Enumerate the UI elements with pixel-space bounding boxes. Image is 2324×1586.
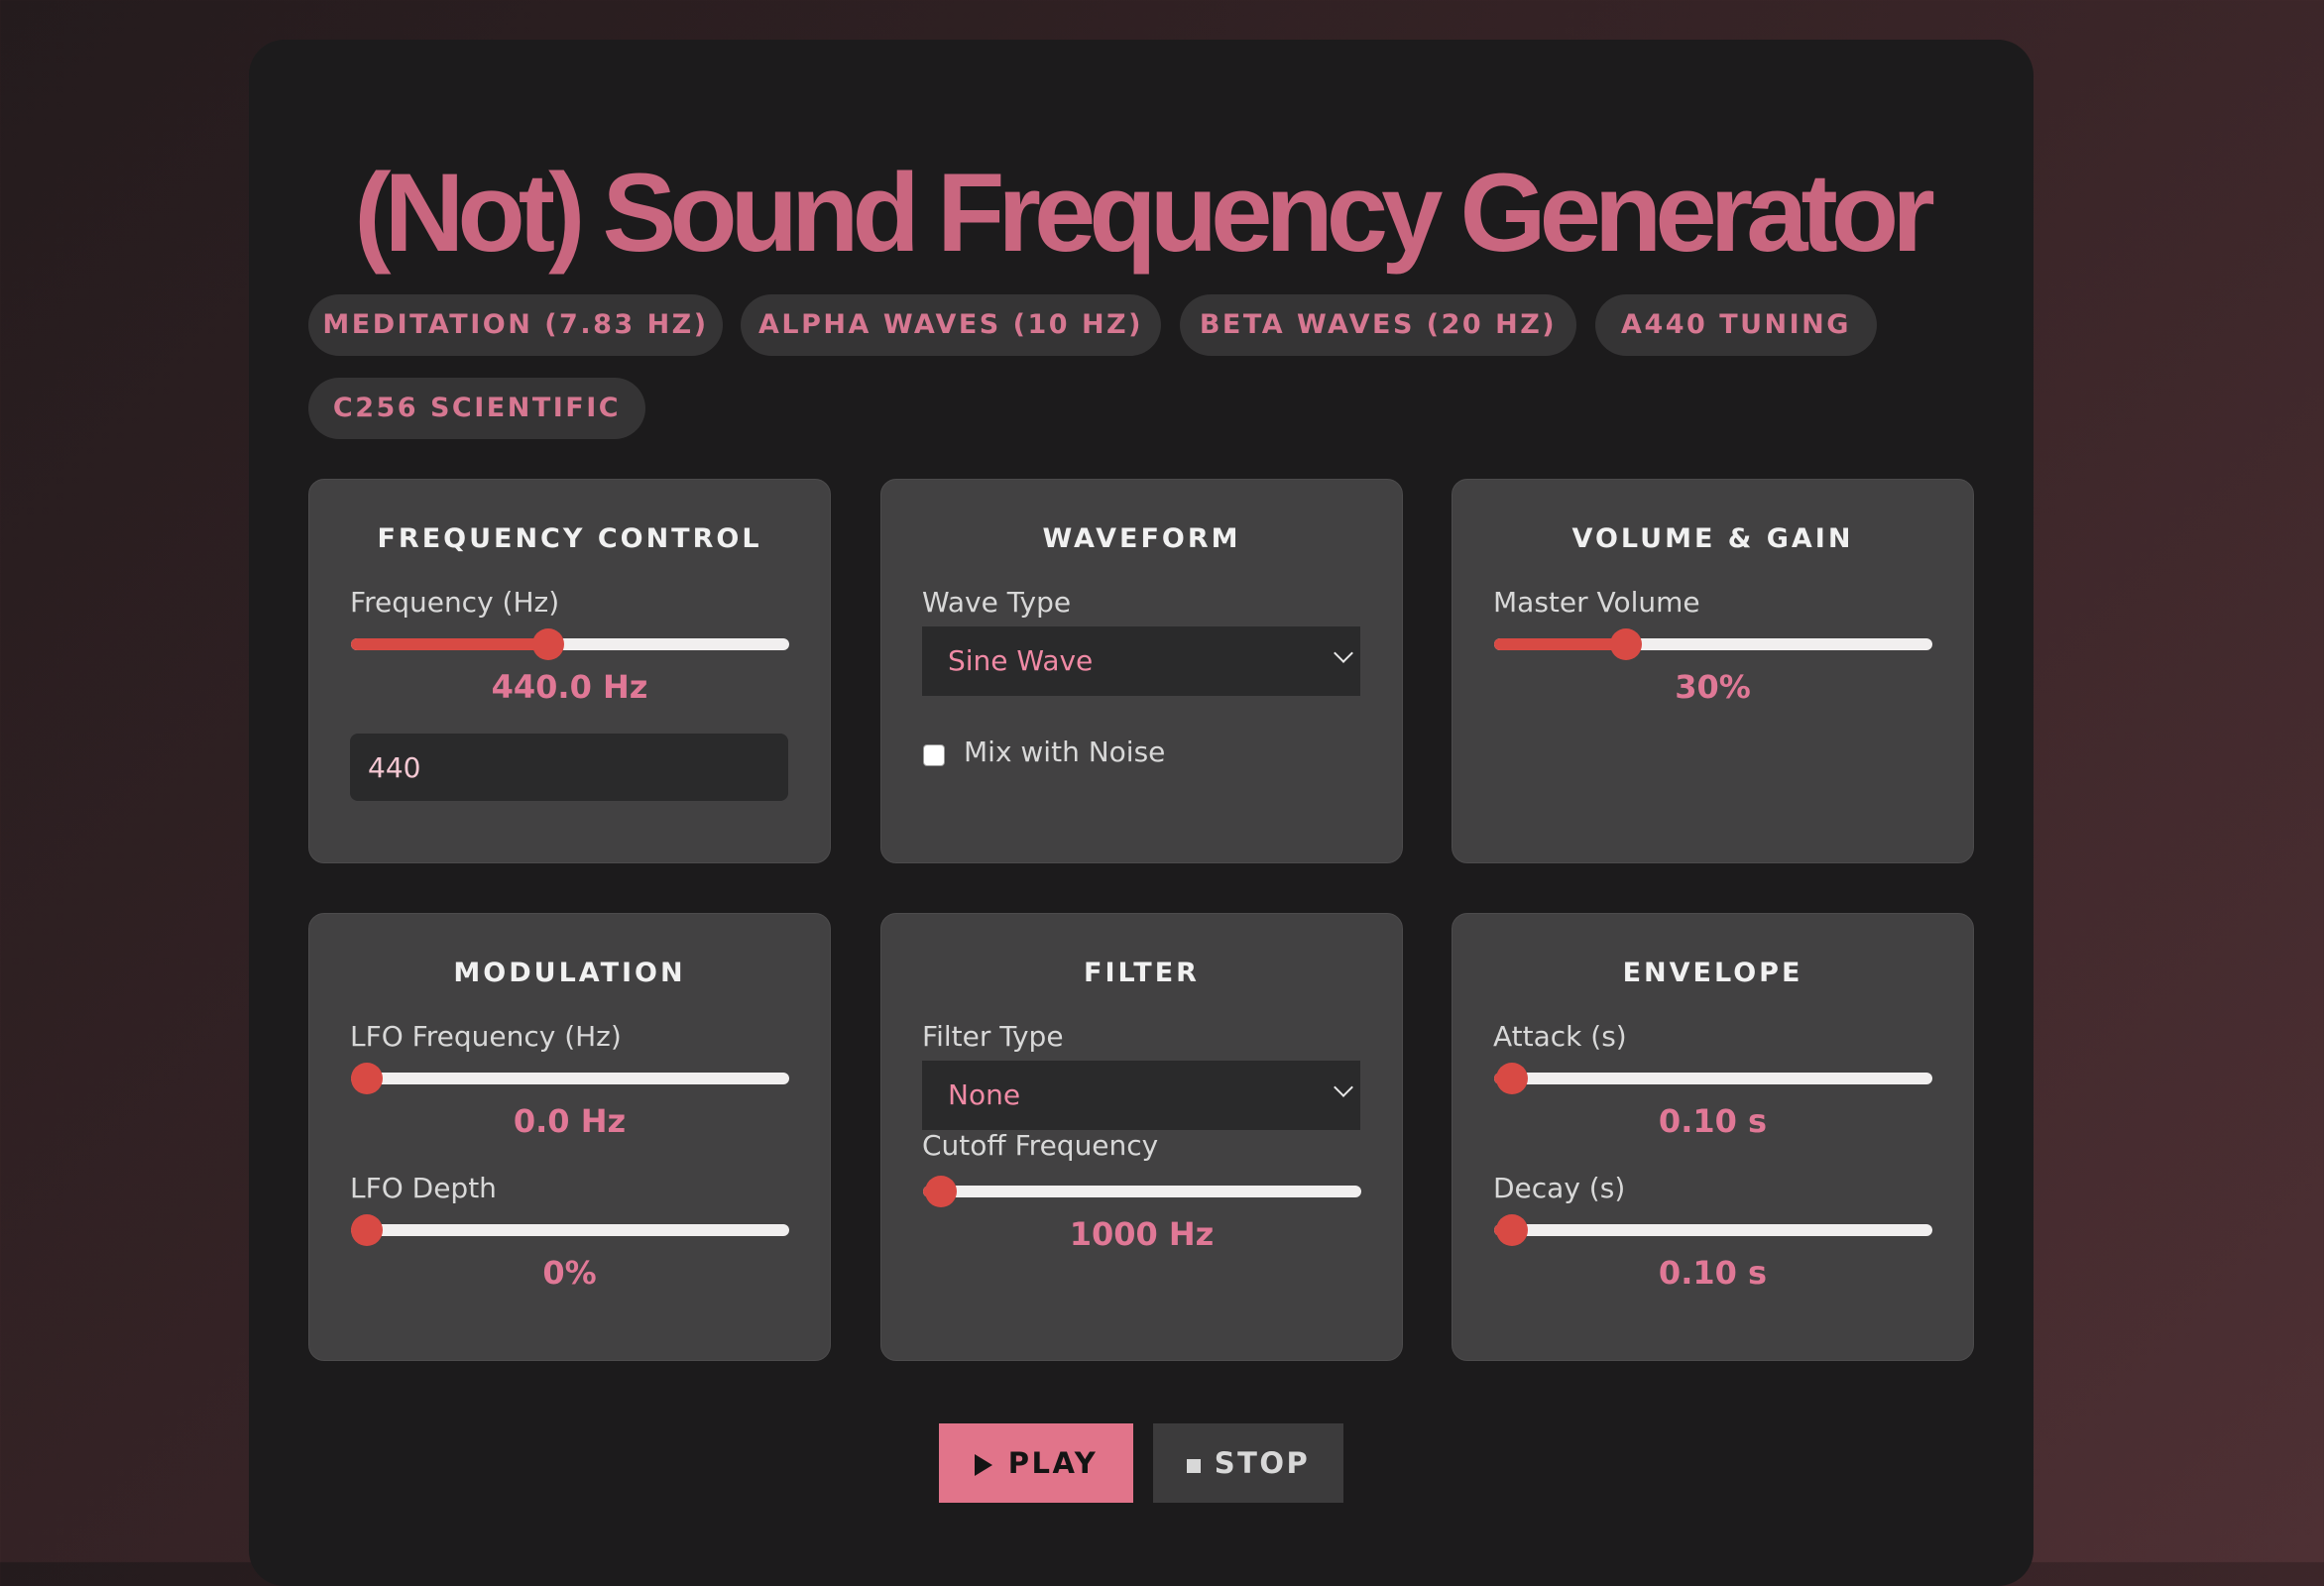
- preset-beta-waves-button[interactable]: Beta Waves (20 Hz): [1180, 294, 1576, 356]
- decay-label: Decay (s): [1493, 1172, 1626, 1204]
- attack-slider[interactable]: [1494, 1063, 1932, 1094]
- panel-title: Envelope: [1622, 958, 1803, 988]
- slider-thumb[interactable]: [1495, 1214, 1528, 1246]
- lfo-depth-slider[interactable]: [351, 1214, 789, 1246]
- chevron-down-icon: [1334, 1077, 1353, 1097]
- slider-thumb[interactable]: [1609, 628, 1642, 660]
- master-volume-label: Master Volume: [1493, 586, 1700, 619]
- play-icon: [974, 1454, 992, 1476]
- panel-title: Frequency Control: [377, 523, 762, 554]
- cutoff-frequency-value: 1000 Hz: [1069, 1215, 1215, 1253]
- lfo-frequency-slider[interactable]: [351, 1063, 789, 1094]
- frequency-slider[interactable]: [351, 628, 789, 660]
- cutoff-frequency-label: Cutoff Frequency: [922, 1129, 1159, 1162]
- preset-meditation-button[interactable]: Meditation (7.83 Hz): [308, 294, 723, 356]
- slider-fill: [1494, 638, 1626, 650]
- play-label: PLAY: [1007, 1446, 1099, 1480]
- play-button[interactable]: PLAY: [939, 1423, 1133, 1503]
- generator-card: (Not) Sound Frequency Generator Meditati…: [249, 40, 2034, 1586]
- filter-panel: Filter Filter Type None Cutoff Frequency…: [880, 913, 1403, 1361]
- lfo-depth-label: LFO Depth: [350, 1172, 497, 1204]
- wave-type-label: Wave Type: [922, 586, 1072, 619]
- slider-thumb[interactable]: [351, 1214, 383, 1246]
- stop-icon: [1186, 1459, 1201, 1473]
- chevron-down-icon: [1334, 643, 1353, 663]
- frequency-control-panel: Frequency Control Frequency (Hz) 440.0 H…: [308, 479, 831, 863]
- panel-title: Volume & Gain: [1571, 523, 1854, 554]
- slider-thumb[interactable]: [924, 1176, 957, 1207]
- decay-slider[interactable]: [1494, 1214, 1932, 1246]
- attack-value: 0.10 s: [1658, 1102, 1768, 1140]
- frequency-label: Frequency (Hz): [350, 586, 560, 619]
- panel-title: Filter: [1084, 958, 1200, 988]
- preset-c256-button[interactable]: C256 Scientific: [308, 378, 645, 439]
- slider-fill: [351, 638, 548, 650]
- cutoff-frequency-slider[interactable]: [923, 1176, 1361, 1207]
- stop-button[interactable]: STOP: [1153, 1423, 1343, 1503]
- master-volume-slider[interactable]: [1494, 628, 1932, 660]
- preset-a440-button[interactable]: A440 Tuning: [1595, 294, 1877, 356]
- wave-type-select[interactable]: Sine Wave: [922, 626, 1360, 696]
- volume-panel: Volume & Gain Master Volume 30%: [1452, 479, 1974, 863]
- waveform-panel: Waveform Wave Type Sine Wave Mix with No…: [880, 479, 1403, 863]
- master-volume-value: 30%: [1675, 668, 1751, 706]
- mix-noise-label: Mix with Noise: [964, 736, 1166, 768]
- filter-type-select[interactable]: None: [922, 1061, 1360, 1130]
- frequency-input[interactable]: [350, 734, 788, 801]
- frequency-value: 440.0 Hz: [491, 668, 648, 706]
- wave-type-selected: Sine Wave: [948, 644, 1094, 677]
- lfo-frequency-value: 0.0 Hz: [513, 1102, 627, 1140]
- attack-label: Attack (s): [1493, 1020, 1627, 1053]
- lfo-depth-value: 0%: [542, 1254, 597, 1292]
- lfo-frequency-label: LFO Frequency (Hz): [350, 1020, 622, 1053]
- page-title: (Not) Sound Frequency Generator: [354, 151, 1935, 275]
- preset-alpha-waves-button[interactable]: Alpha Waves (10 Hz): [741, 294, 1161, 356]
- filter-type-selected: None: [948, 1078, 1021, 1111]
- filter-type-label: Filter Type: [922, 1020, 1064, 1053]
- panel-title: Modulation: [453, 958, 686, 988]
- stop-label: STOP: [1214, 1446, 1311, 1480]
- slider-thumb[interactable]: [1495, 1063, 1528, 1094]
- envelope-panel: Envelope Attack (s) 0.10 s Decay (s) 0.1…: [1452, 913, 1974, 1361]
- mix-noise-checkbox[interactable]: [923, 744, 945, 766]
- modulation-panel: Modulation LFO Frequency (Hz) 0.0 Hz LFO…: [308, 913, 831, 1361]
- panel-title: Waveform: [1042, 523, 1241, 554]
- slider-thumb[interactable]: [531, 628, 564, 660]
- slider-thumb[interactable]: [351, 1063, 383, 1094]
- decay-value: 0.10 s: [1658, 1254, 1768, 1292]
